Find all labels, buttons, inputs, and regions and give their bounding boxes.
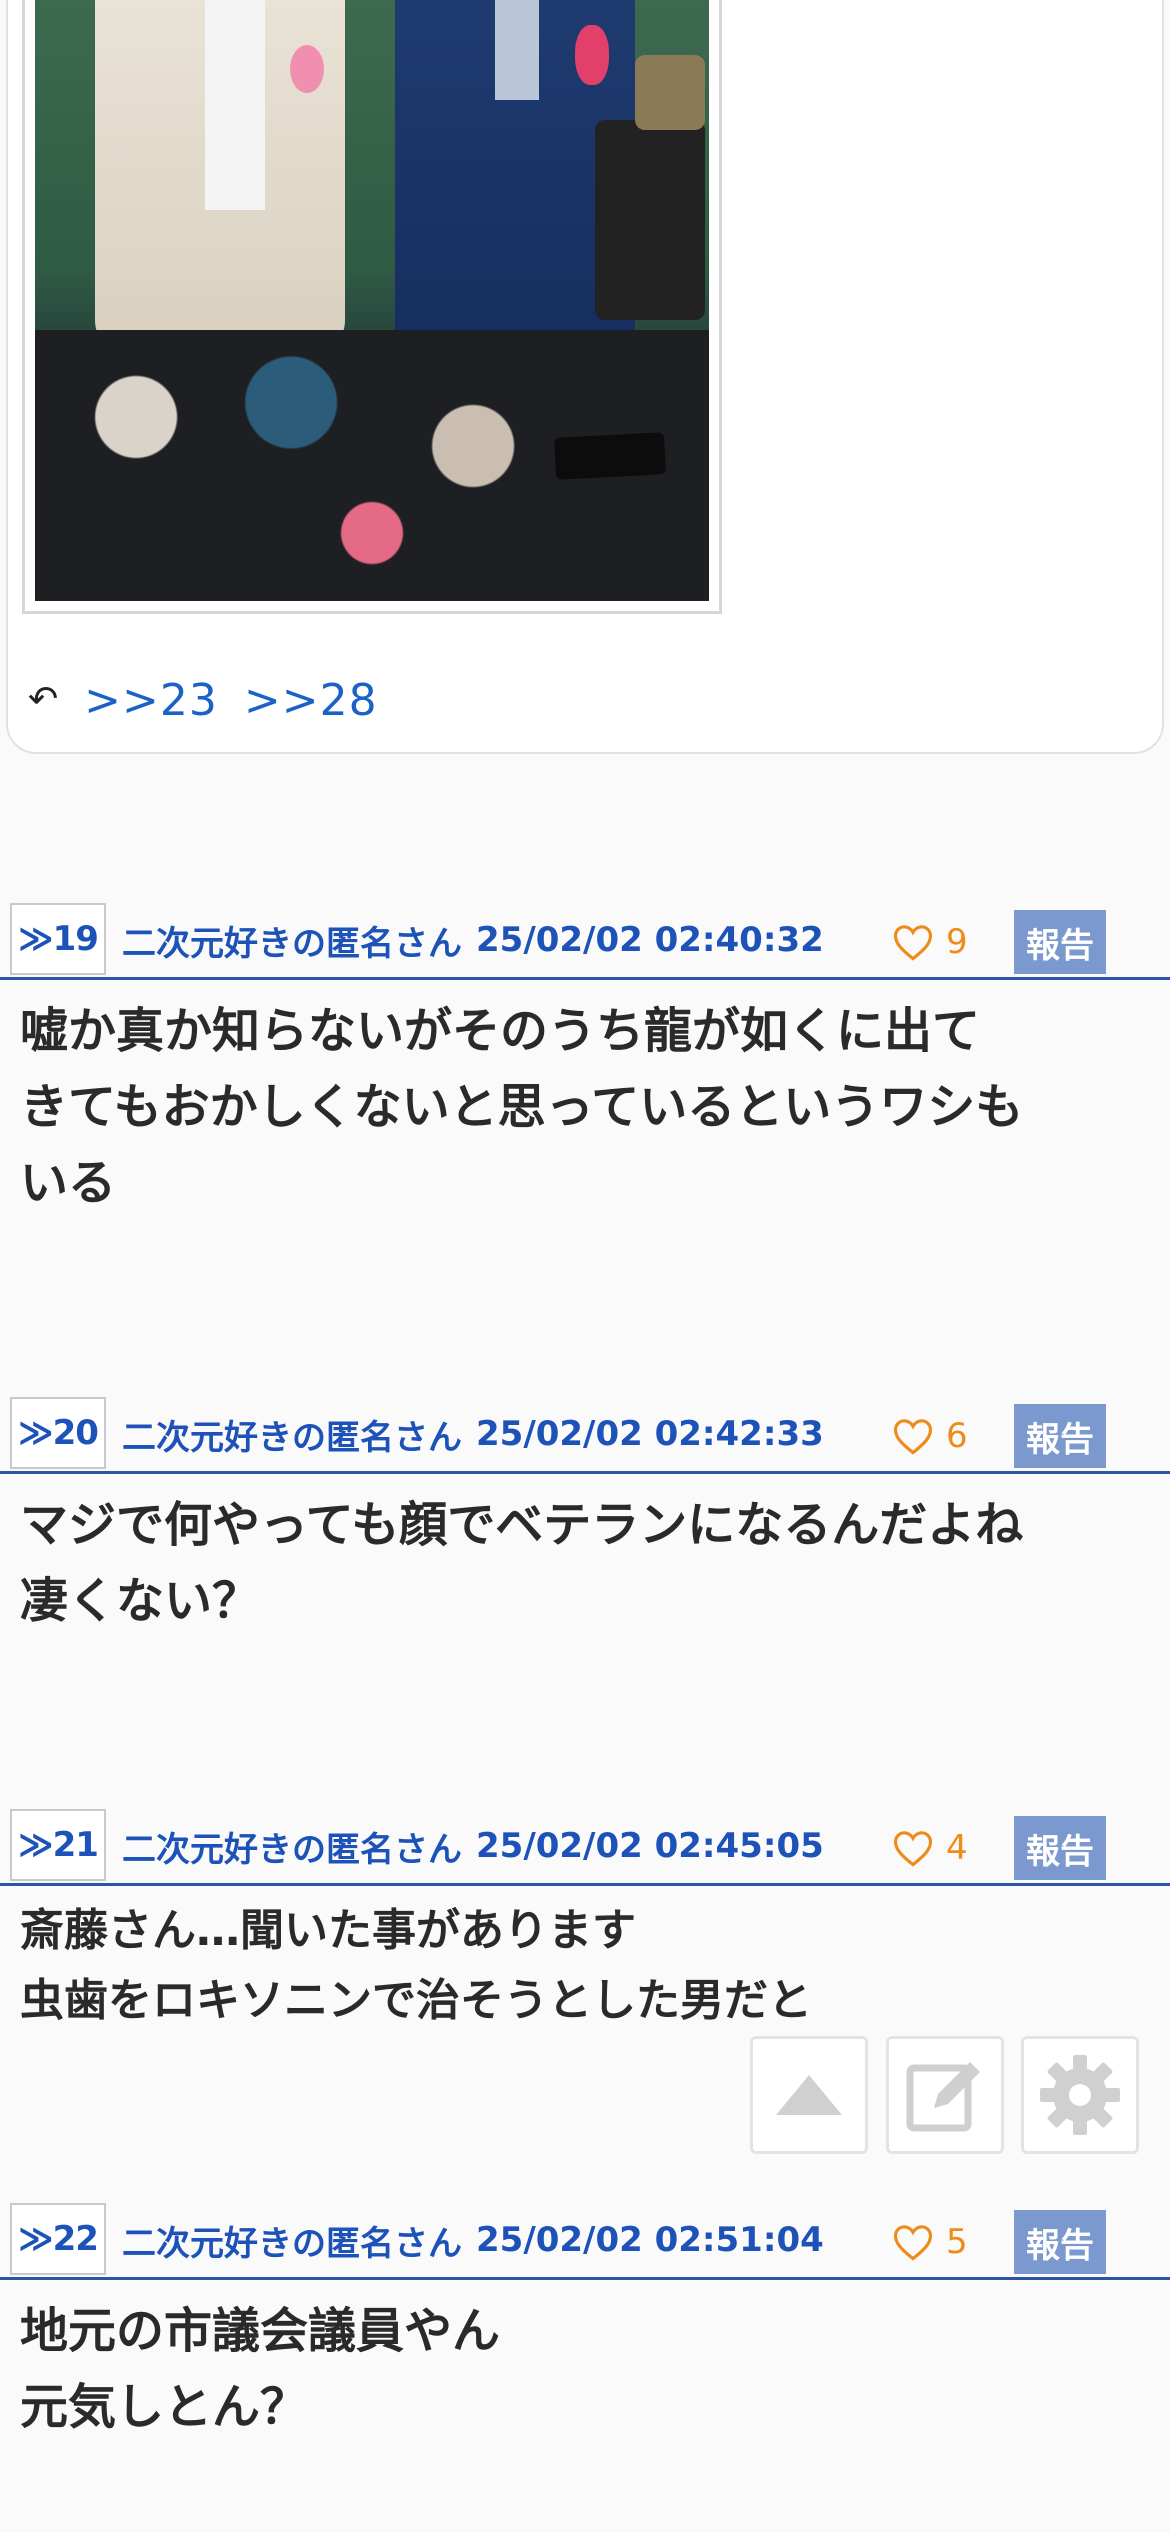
reply-anchor-link[interactable]: >>23 (84, 675, 218, 726)
post-datetime: 25/02/02 02:51:04 (476, 2220, 824, 2260)
post-image-frame[interactable] (22, 0, 722, 614)
heart-icon (893, 925, 933, 961)
previous-post-card: ↶ >>23 >>28 (6, 0, 1164, 754)
post-header: ≫19 二次元好きの匿名さん 25/02/02 02:40:32 9 報告 (0, 900, 1170, 980)
report-button[interactable]: 報告 (1014, 2210, 1106, 2274)
post-number[interactable]: ≫22 (10, 2203, 106, 2275)
post-datetime: 25/02/02 02:40:32 (476, 920, 824, 960)
poster-name: 二次元好きの匿名さん (122, 2223, 462, 2264)
post-body: 斎藤さん…聞いた事があります 虫歯をロキソニンで治そうとした男だと (20, 1896, 1160, 2037)
photo-shirt-right (495, 0, 539, 100)
like-count: 4 (946, 1828, 968, 1868)
like-count: 6 (946, 1416, 968, 1456)
post-number[interactable]: ≫21 (10, 1809, 106, 1881)
reply-icon: ↶ (28, 679, 59, 720)
scroll-top-button[interactable] (750, 2036, 868, 2154)
poster-name: 二次元好きの匿名さん (122, 1829, 462, 1870)
like-button[interactable]: 5 (892, 2214, 968, 2270)
triangle-up-icon (776, 2075, 842, 2115)
heart-icon (893, 2225, 933, 2261)
heart-icon (893, 1419, 933, 1455)
report-button[interactable]: 報告 (1014, 910, 1106, 974)
post-header: ≫21 二次元好きの匿名さん 25/02/02 02:45:05 4 報告 (0, 1806, 1170, 1886)
post-meta: 二次元好きの匿名さん 25/02/02 02:40:32 (122, 910, 824, 970)
post-datetime: 25/02/02 02:45:05 (476, 1826, 824, 1866)
reply-anchors: ↶ >>23 >>28 (28, 675, 378, 726)
reply-anchor-link[interactable]: >>28 (244, 675, 378, 726)
post-body: 嘘か真か知らないがそのうち龍が如くに出て きてもおかしくないと思っているというワ… (20, 994, 1160, 1221)
like-button[interactable]: 6 (892, 1408, 968, 1464)
post-body: マジで何やっても顔でベテランになるんだよね 凄くない？ (20, 1488, 1160, 1640)
like-button[interactable]: 4 (892, 1820, 968, 1876)
like-count: 5 (946, 2222, 968, 2262)
post-text: 嘘か真か知らないがそのうち龍が如くに出て きてもおかしくないと思っているというワ… (20, 1003, 1024, 1211)
post: ≫19 二次元好きの匿名さん 25/02/02 02:40:32 9 報告 嘘か… (0, 900, 1170, 1260)
photo-person-back (595, 120, 705, 320)
settings-button[interactable] (1021, 2036, 1139, 2154)
post-meta: 二次元好きの匿名さん 25/02/02 02:45:05 (122, 1816, 824, 1876)
post-number[interactable]: ≫19 (10, 903, 106, 975)
post: ≫20 二次元好きの匿名さん 25/02/02 02:42:33 6 報告 マジ… (0, 1394, 1170, 1694)
like-count: 9 (946, 922, 968, 962)
photo-shirt-left (205, 0, 265, 210)
post-number[interactable]: ≫20 (10, 1397, 106, 1469)
report-button[interactable]: 報告 (1014, 1816, 1106, 1880)
poster-name: 二次元好きの匿名さん (122, 923, 462, 964)
post-header: ≫22 二次元好きの匿名さん 25/02/02 02:51:04 5 報告 (0, 2200, 1170, 2280)
photo-trophy (635, 55, 705, 130)
like-button[interactable]: 9 (892, 914, 968, 970)
post-body: 地元の市議会議員やん 元気しとん？ (20, 2294, 1160, 2446)
post-meta: 二次元好きの匿名さん 25/02/02 02:51:04 (122, 2210, 824, 2270)
post-datetime: 25/02/02 02:42:33 (476, 1414, 824, 1454)
post-photo[interactable] (35, 0, 709, 601)
gear-icon (1040, 2055, 1120, 2135)
compose-button[interactable] (886, 2036, 1004, 2154)
post-text: マジで何やっても顔でベテランになるんだよね 凄くない？ (20, 1497, 1024, 1629)
post-header: ≫20 二次元好きの匿名さん 25/02/02 02:42:33 6 報告 (0, 1394, 1170, 1474)
photo-rosette-right (575, 25, 609, 85)
post: ≫22 二次元好きの匿名さん 25/02/02 02:51:04 5 報告 地元… (0, 2200, 1170, 2532)
post-text: 地元の市議会議員やん 元気しとん？ (20, 2303, 501, 2435)
photo-rosette-left (290, 45, 324, 93)
post-text: 斎藤さん…聞いた事があります 虫歯をロキソニンで治そうとした男だと (20, 1905, 812, 2027)
post-meta: 二次元好きの匿名さん 25/02/02 02:42:33 (122, 1404, 824, 1464)
heart-icon (893, 1831, 933, 1867)
report-button[interactable]: 報告 (1014, 1404, 1106, 1468)
pencil-square-icon (906, 2062, 980, 2132)
poster-name: 二次元好きの匿名さん (122, 1417, 462, 1458)
photo-phone (553, 432, 667, 480)
